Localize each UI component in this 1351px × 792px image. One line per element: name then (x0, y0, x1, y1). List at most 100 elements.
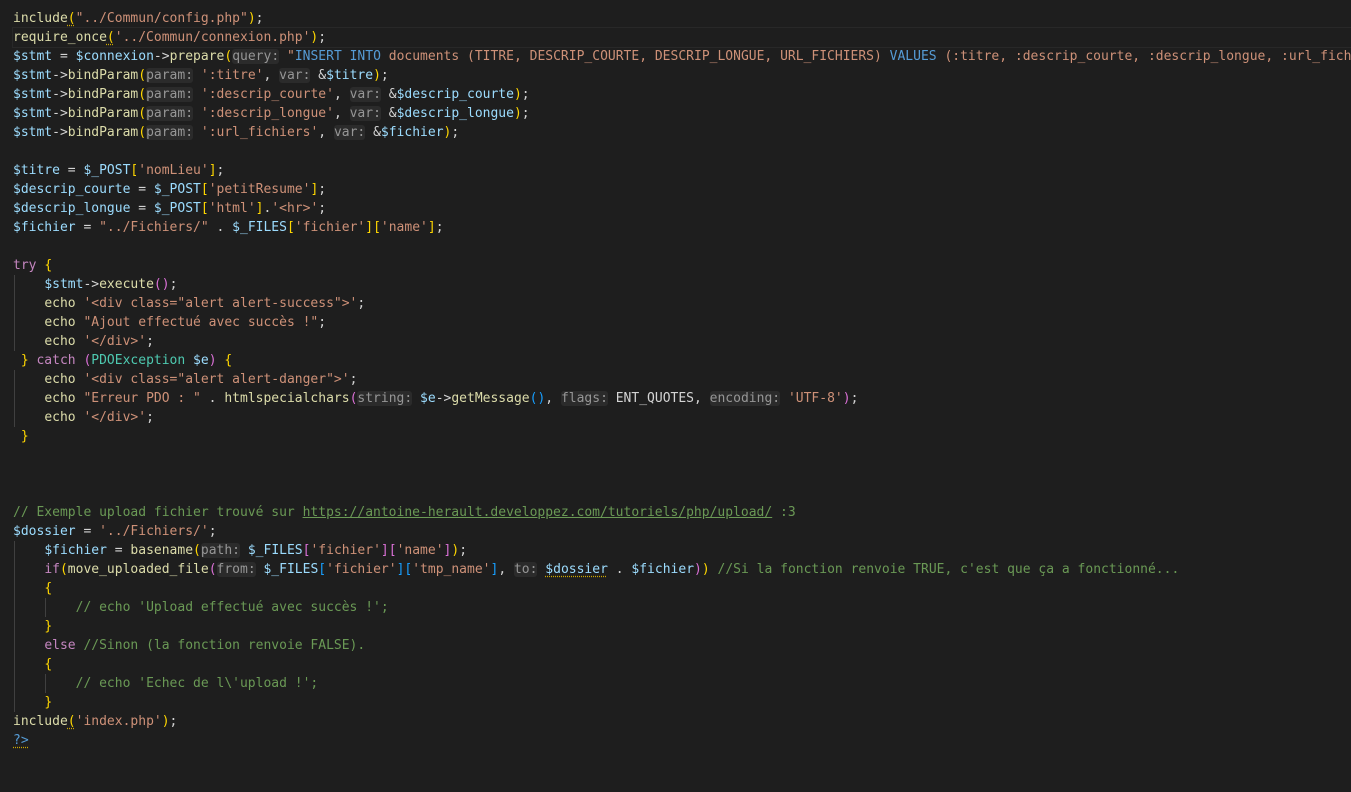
code-token: INTO (349, 49, 381, 64)
code-token: ( (67, 714, 76, 729)
code-line[interactable]: } catch (PDOException $e) { (13, 351, 1351, 370)
code-token: catch (36, 353, 76, 368)
code-token: -> (52, 87, 68, 102)
code-token: prepare (169, 49, 225, 64)
code-token: ; (357, 296, 366, 311)
code-token: . (200, 391, 225, 406)
code-token: ; (435, 220, 444, 235)
code-line[interactable]: $stmt->bindParam(param: ':titre', var: &… (13, 66, 1351, 85)
code-token: $fichier (380, 125, 444, 140)
code-token: ; (146, 334, 154, 349)
code-line[interactable]: } (13, 617, 1351, 636)
code-line[interactable]: $fichier = basename(path: $_FILES['fichi… (13, 541, 1351, 560)
code-line[interactable]: { (13, 579, 1351, 598)
indent-guide (14, 332, 15, 351)
indent-guide (14, 275, 15, 294)
code-token: ; (521, 106, 530, 121)
code-line[interactable]: } (13, 427, 1351, 446)
code-line[interactable]: $fichier = "../Fichiers/" . $_FILES['fic… (13, 218, 1351, 237)
code-token: -> (52, 68, 68, 83)
code-line[interactable] (13, 484, 1351, 503)
code-token: :3 (772, 505, 796, 520)
code-token: $fichier (13, 220, 76, 235)
inlay-hint: query: (232, 49, 280, 64)
code-token: $fichier (631, 562, 695, 577)
code-token: $_POST (153, 201, 201, 216)
code-token: ][ (380, 543, 397, 558)
code-line[interactable]: if(move_uploaded_file(from: $_FILES['fic… (13, 560, 1351, 579)
code-line[interactable]: } (13, 693, 1351, 712)
code-token: , (333, 87, 350, 102)
code-line[interactable]: $stmt = $connexion->prepare(query: "INSE… (13, 47, 1351, 66)
code-line[interactable]: $stmt->execute(); (13, 275, 1351, 294)
code-line[interactable]: $descrip_courte = $_POST['petitResume']; (13, 180, 1351, 199)
code-token: 'tmp_name' (412, 562, 491, 577)
code-token: = (59, 163, 84, 178)
code-token: PDOException (91, 353, 186, 368)
code-line[interactable]: $titre = $_POST['nomLieu']; (13, 161, 1351, 180)
code-line[interactable]: echo '</div>'; (13, 408, 1351, 427)
code-token: echo (44, 410, 76, 425)
code-line[interactable]: $stmt->bindParam(param: ':descrip_courte… (13, 85, 1351, 104)
code-line[interactable]: try { (13, 256, 1351, 275)
inlay-hint: flags: (560, 391, 608, 406)
code-line[interactable] (13, 465, 1351, 484)
code-line[interactable]: $stmt->bindParam(param: ':descrip_longue… (13, 104, 1351, 123)
code-line[interactable]: else //Sinon (la fonction renvoie FALSE)… (13, 636, 1351, 655)
inlay-hint: from: (216, 562, 256, 577)
code-token: echo (44, 296, 76, 311)
code-line[interactable]: include('index.php'); (13, 712, 1351, 731)
code-token: bindParam (67, 125, 139, 140)
code-token: ; (169, 714, 178, 729)
code-token: // echo 'Echec de l\'upload !'; (75, 676, 319, 691)
code-token: ; (318, 315, 327, 330)
code-token: "Erreur PDO : " (83, 391, 201, 406)
code-line[interactable]: $stmt->bindParam(param: ':url_fichiers',… (13, 123, 1351, 142)
code-line[interactable]: ?> (13, 731, 1351, 750)
code-line[interactable]: $descrip_longue = $_POST['html'].'<hr>'; (13, 199, 1351, 218)
code-editor[interactable]: include("../Commun/config.php"); require_… (0, 0, 1351, 792)
code-line[interactable] (13, 142, 1351, 161)
code-line[interactable]: echo '<div class="alert alert-success">'… (13, 294, 1351, 313)
code-token: https://antoine-herault.developpez.com/t… (302, 505, 773, 520)
code-line[interactable]: { (13, 655, 1351, 674)
code-token: ) (694, 562, 702, 577)
code-token: ; (318, 182, 327, 197)
code-token: ) (247, 11, 256, 26)
indent-guide (14, 674, 15, 693)
indent-guide (14, 693, 15, 712)
code-token: $descrip_longue (396, 106, 514, 121)
code-token: (:titre, :descrip_courte, :descrip_longu… (944, 49, 1351, 64)
code-token: ; (255, 11, 264, 26)
code-token: $stmt (13, 68, 53, 83)
code-line[interactable]: // echo 'Echec de l\'upload !'; (13, 674, 1351, 693)
code-token: } (20, 353, 29, 368)
code-line[interactable] (13, 237, 1351, 256)
code-line[interactable]: echo '<div class="alert alert-danger">'; (13, 370, 1351, 389)
code-line[interactable]: echo "Ajout effectué avec succès !"; (13, 313, 1351, 332)
code-content[interactable]: include("../Commun/config.php"); require_… (12, 9, 1351, 750)
code-token: move_uploaded_file (67, 562, 209, 577)
code-line[interactable]: echo '</div>'; (13, 332, 1351, 351)
code-line[interactable] (13, 446, 1351, 465)
code-line[interactable]: require_once('../Commun/connexion.php'); (12, 27, 1351, 48)
code-token: , (498, 562, 514, 577)
code-token: ) (513, 106, 522, 121)
code-token: else (44, 638, 76, 653)
code-token: ( (138, 68, 147, 83)
code-line[interactable]: // echo 'Upload effectué avec succès !'; (13, 598, 1351, 617)
code-line[interactable]: // Exemple upload fichier trouvé sur htt… (13, 503, 1351, 522)
code-line[interactable]: $dossier = '../Fichiers/'; (13, 522, 1351, 541)
code-token: ) (161, 277, 170, 292)
code-line[interactable]: echo "Erreur PDO : " . htmlspecialchars(… (13, 389, 1351, 408)
code-line[interactable]: include("../Commun/config.php"); (13, 9, 1351, 28)
